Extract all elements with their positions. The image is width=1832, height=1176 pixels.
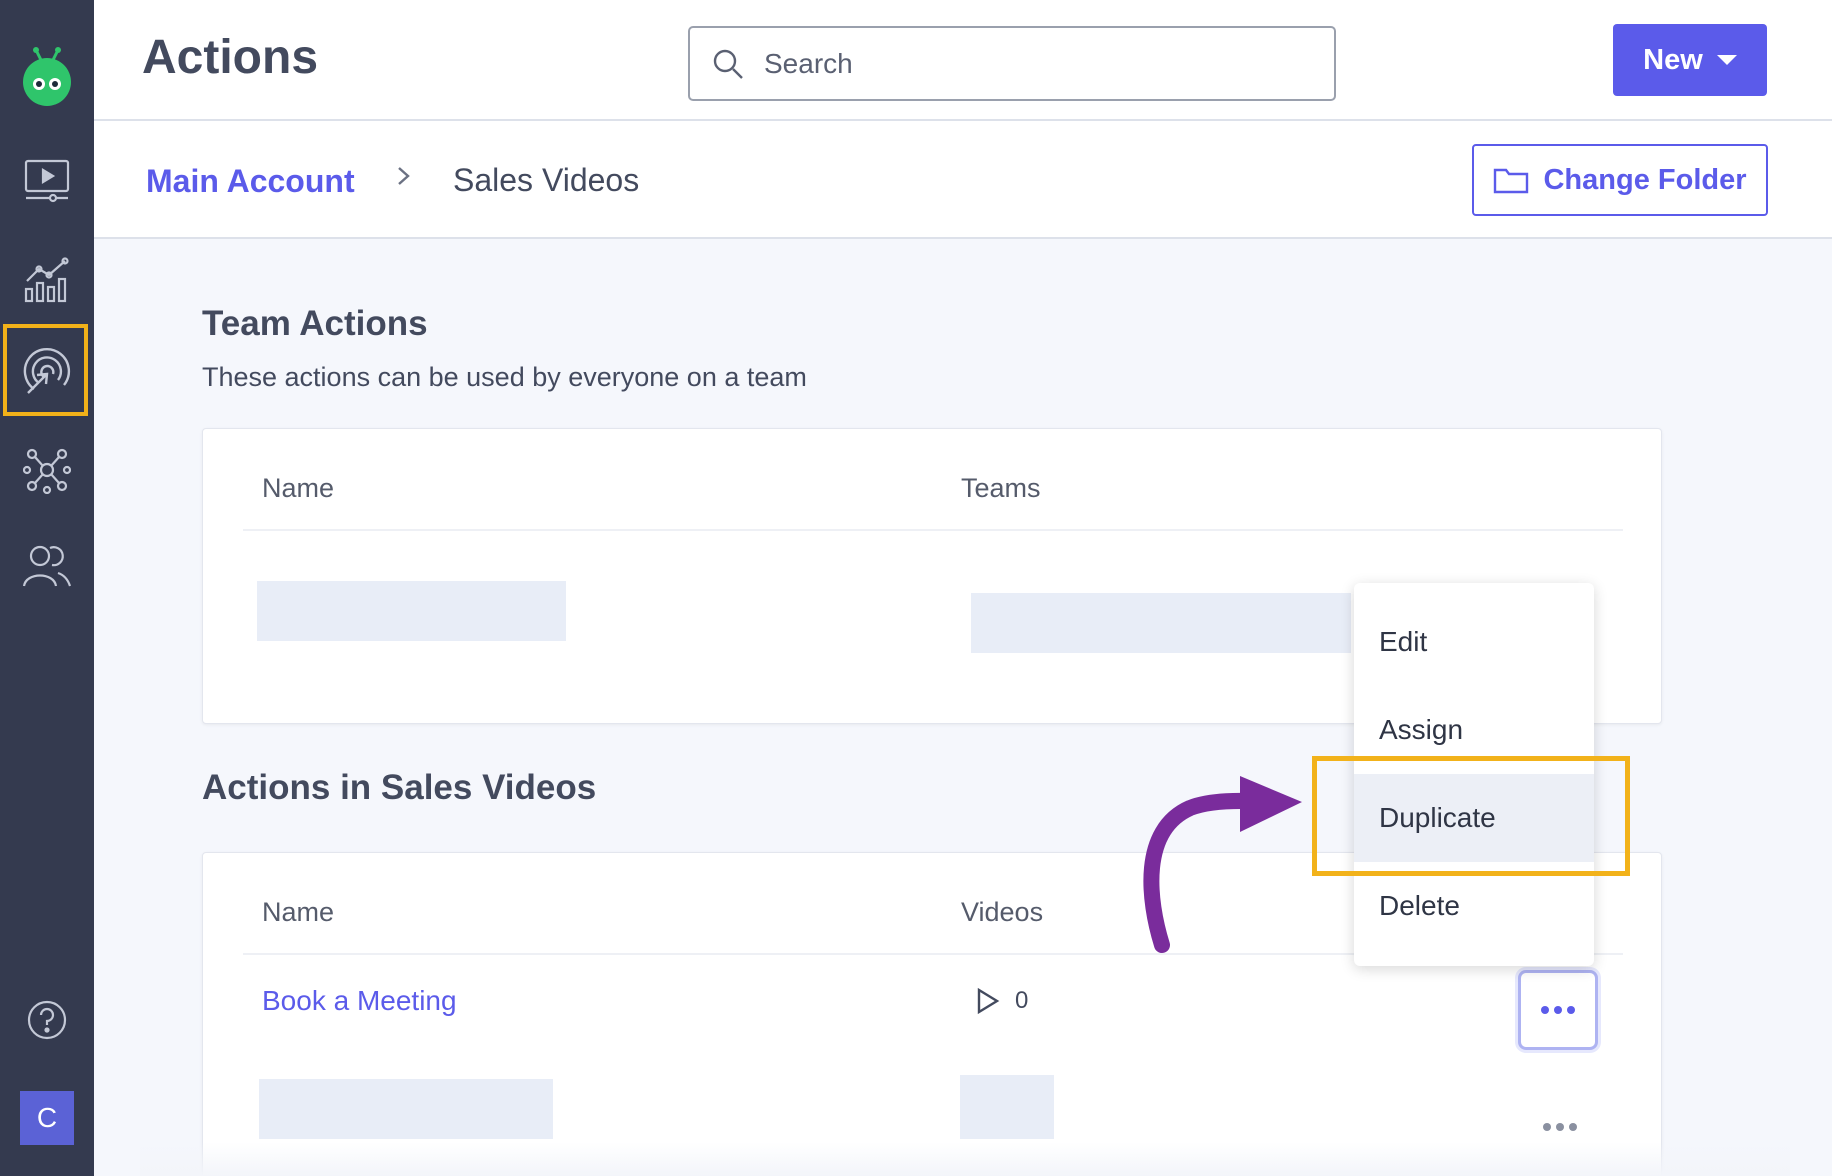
team-actions-title: Team Actions — [202, 304, 428, 343]
column-header-name: Name — [262, 473, 335, 503]
user-avatar[interactable]: C — [20, 1091, 74, 1145]
annotation-arrow-icon — [1143, 776, 1302, 953]
video-count-value: 0 — [1015, 987, 1029, 1014]
column-header-teams: Teams — [961, 473, 1041, 503]
play-icon — [977, 987, 1000, 1015]
table-cell-placeholder — [257, 581, 566, 641]
column-header-videos: Videos — [961, 897, 1044, 927]
question-circle-icon[interactable] — [0, 990, 94, 1050]
change-folder-button[interactable]: Change Folder — [1472, 144, 1768, 216]
bottom-fade — [140, 1142, 1790, 1176]
column-header-name: Name — [262, 897, 335, 927]
search-input[interactable]: Search — [688, 26, 1336, 101]
table-cell-placeholder — [259, 1079, 553, 1139]
more-options-icon[interactable] — [1543, 1123, 1577, 1131]
breadcrumb: Main Account Sales Videos Change Folder — [94, 121, 1832, 239]
team-actions-subtitle: These actions can be used by everyone on… — [202, 362, 807, 392]
integrations-network-icon[interactable] — [0, 440, 94, 500]
breadcrumb-root-link[interactable]: Main Account — [146, 163, 355, 200]
action-link-book-a-meeting[interactable]: Book a Meeting — [262, 985, 457, 1017]
chevron-right-icon — [398, 167, 410, 185]
sidebar: C — [0, 0, 94, 1176]
contacts-people-icon[interactable] — [0, 536, 94, 596]
duplicate-highlight-box — [1312, 756, 1630, 876]
more-options-icon — [1541, 1006, 1575, 1014]
new-button-label: New — [1643, 43, 1703, 76]
menu-item-edit[interactable]: Edit — [1354, 598, 1594, 686]
robot-logo-icon[interactable] — [0, 40, 94, 110]
change-folder-label: Change Folder — [1543, 163, 1747, 196]
table-cell-placeholder — [960, 1075, 1054, 1139]
table-cell-placeholder — [971, 593, 1351, 653]
sidebar-selection-highlight — [3, 324, 88, 416]
search-placeholder: Search — [764, 47, 853, 79]
analytics-chart-icon[interactable] — [0, 250, 94, 310]
header-divider — [243, 529, 1623, 531]
new-button[interactable]: New — [1613, 24, 1767, 96]
video-player-icon[interactable] — [0, 150, 94, 210]
folder-icon — [1494, 168, 1529, 194]
breadcrumb-current: Sales Videos — [453, 162, 640, 198]
top-header: Actions Search New — [94, 0, 1832, 121]
folder-actions-title: Actions in Sales Videos — [202, 768, 597, 807]
page-title: Actions — [142, 31, 319, 84]
video-count: 0 — [975, 987, 1028, 1015]
search-icon — [713, 49, 743, 79]
chevron-down-icon — [1716, 55, 1737, 65]
row-more-options-button[interactable] — [1518, 970, 1598, 1050]
